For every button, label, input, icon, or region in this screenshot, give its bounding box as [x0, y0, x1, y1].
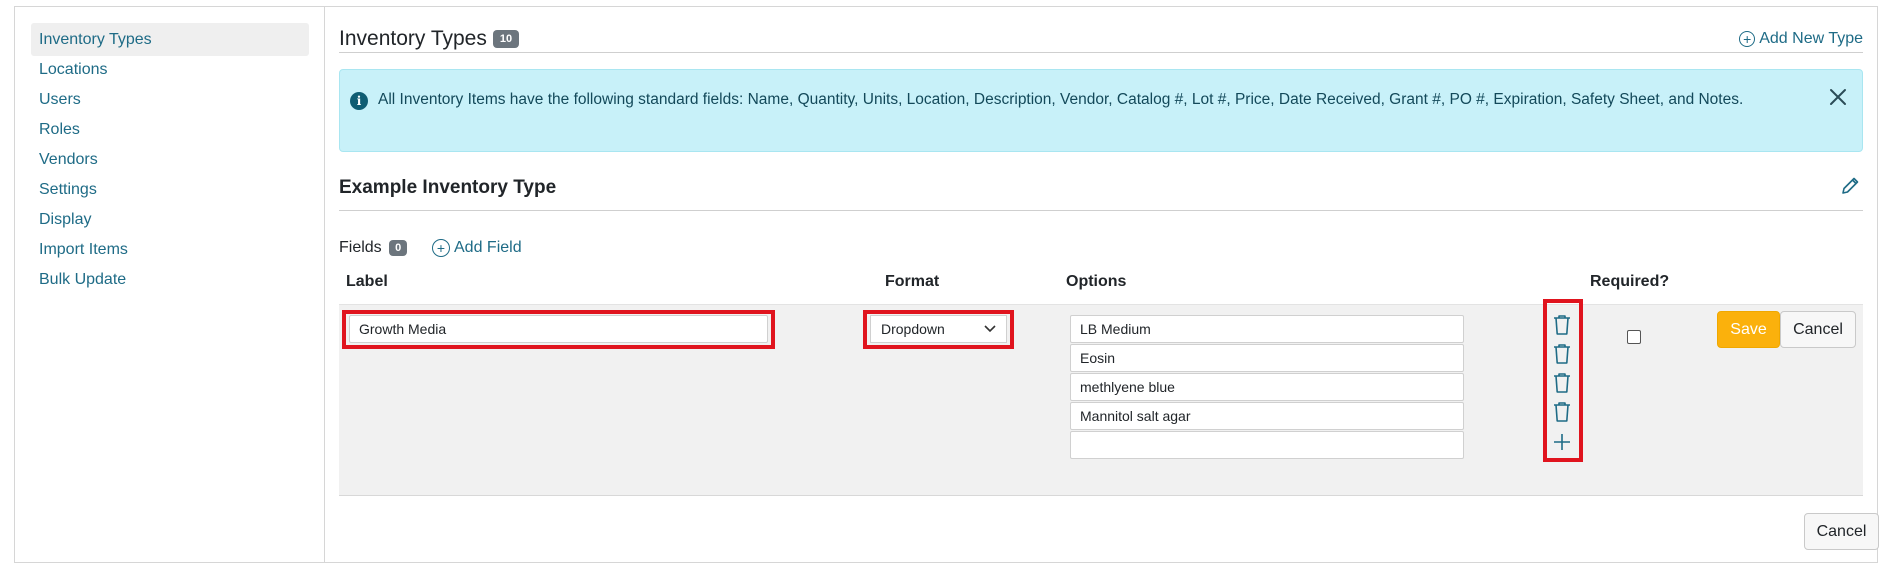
add-new-type-label: Add New Type: [1759, 30, 1863, 47]
page-title-text: Inventory Types: [339, 27, 487, 50]
format-select[interactable]: Dropdown: [870, 315, 1007, 343]
sidebar-item-locations[interactable]: Locations: [31, 53, 309, 86]
add-field-link[interactable]: + Add Field: [432, 239, 522, 257]
option-input-4[interactable]: [1070, 402, 1464, 430]
main-content: Inventory Types 10 + Add New Type i All I…: [325, 7, 1879, 562]
close-icon[interactable]: [1826, 85, 1850, 109]
add-new-type-link[interactable]: + Add New Type: [1739, 30, 1863, 48]
cancel-button[interactable]: Cancel: [1804, 513, 1879, 550]
trash-icon[interactable]: [1552, 401, 1572, 423]
title-divider: [339, 52, 1863, 53]
plus-circle-icon: +: [432, 239, 450, 257]
format-select-value: Dropdown: [881, 321, 945, 337]
sidebar-item-import-items[interactable]: Import Items: [31, 233, 309, 266]
inventory-type-title: Example Inventory Type: [339, 177, 557, 198]
sidebar-item-display[interactable]: Display: [31, 203, 309, 236]
chevron-down-icon: [984, 325, 996, 333]
sidebar-item-settings[interactable]: Settings: [31, 173, 309, 206]
option-input-1[interactable]: [1070, 315, 1464, 343]
app-frame: Inventory Types Locations Users Roles Ve…: [14, 6, 1879, 563]
option-input-3[interactable]: [1070, 373, 1464, 401]
plus-circle-icon: +: [1739, 31, 1756, 47]
trash-icon[interactable]: [1552, 372, 1572, 394]
new-option-input[interactable]: [1070, 431, 1464, 459]
add-field-label: Add Field: [454, 239, 522, 256]
required-checkbox[interactable]: [1627, 330, 1641, 344]
column-header-label: Label: [346, 273, 388, 290]
fields-label: Fields 0: [339, 239, 408, 257]
page-title: Inventory Types 10: [339, 27, 520, 51]
sidebar-item-users[interactable]: Users: [31, 83, 309, 116]
column-header-options: Options: [1066, 273, 1127, 290]
sidebar-item-roles[interactable]: Roles: [31, 113, 309, 146]
info-alert: i All Inventory Items have the following…: [339, 69, 1863, 152]
sidebar-item-bulk-update[interactable]: Bulk Update: [31, 263, 309, 296]
option-input-2[interactable]: [1070, 344, 1464, 372]
sidebar-item-vendors[interactable]: Vendors: [31, 143, 309, 176]
column-header-format: Format: [885, 273, 940, 290]
row-cancel-button[interactable]: Cancel: [1780, 311, 1856, 348]
trash-icon[interactable]: [1552, 343, 1572, 365]
type-count-badge: 10: [492, 30, 520, 48]
fields-count-badge: 0: [389, 240, 408, 256]
info-icon: i: [350, 92, 368, 110]
section-divider: [339, 210, 1863, 211]
save-button[interactable]: Save: [1717, 311, 1780, 348]
pencil-icon[interactable]: [1839, 175, 1861, 202]
column-header-required: Required?: [1590, 273, 1670, 290]
plus-icon[interactable]: [1553, 433, 1571, 451]
fields-label-text: Fields: [339, 239, 382, 256]
trash-icon[interactable]: [1552, 314, 1572, 336]
alert-text: All Inventory Items have the following s…: [378, 91, 1744, 108]
field-label-input[interactable]: [349, 315, 768, 343]
sidebar: Inventory Types Locations Users Roles Ve…: [15, 7, 325, 562]
sidebar-item-inventory-types[interactable]: Inventory Types: [31, 23, 309, 56]
field-edit-row: Dropdown: [339, 299, 1863, 496]
